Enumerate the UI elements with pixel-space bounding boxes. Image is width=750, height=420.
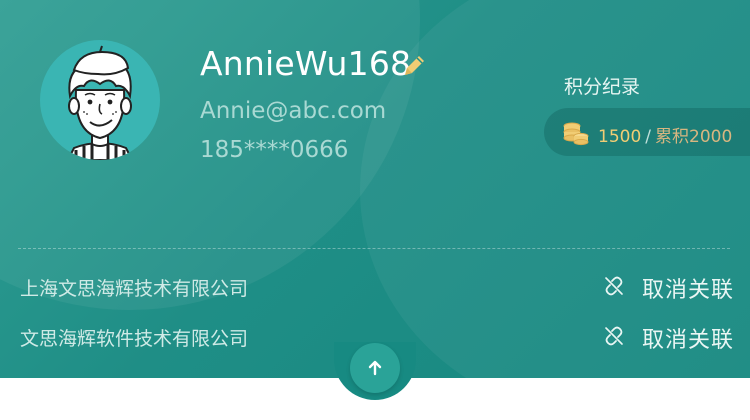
broken-link-icon[interactable] [604, 276, 624, 296]
phone-text: 185****0666 [200, 137, 349, 163]
pencil-icon[interactable] [400, 52, 428, 80]
arrow-up-icon [368, 360, 382, 376]
avatar-illustration [66, 45, 134, 160]
unlink-button[interactable]: 取消关联 [642, 322, 734, 354]
dashed-divider [18, 248, 730, 249]
avatar[interactable] [40, 40, 160, 160]
points-separator: / [645, 127, 651, 147]
company-name: 文思海辉软件技术有限公司 [20, 328, 249, 350]
email-text: Annie@abc.com [200, 98, 387, 124]
collapse-button[interactable] [350, 343, 400, 393]
coins-icon [563, 122, 589, 146]
username: AnnieWu168 [200, 44, 412, 83]
points-total: 累积2000 [655, 127, 733, 147]
points-summary: 1500/累积2000 [598, 122, 732, 147]
broken-link-icon[interactable] [604, 326, 624, 346]
user-profile-card: AnnieWu168 Annie@abc.com 185****0666 积分纪… [0, 0, 750, 378]
company-name: 上海文思海辉技术有限公司 [20, 278, 249, 300]
unlink-button[interactable]: 取消关联 [642, 272, 734, 304]
points-record-link[interactable]: 积分纪录 [564, 72, 640, 99]
points-current: 1500 [598, 127, 642, 147]
